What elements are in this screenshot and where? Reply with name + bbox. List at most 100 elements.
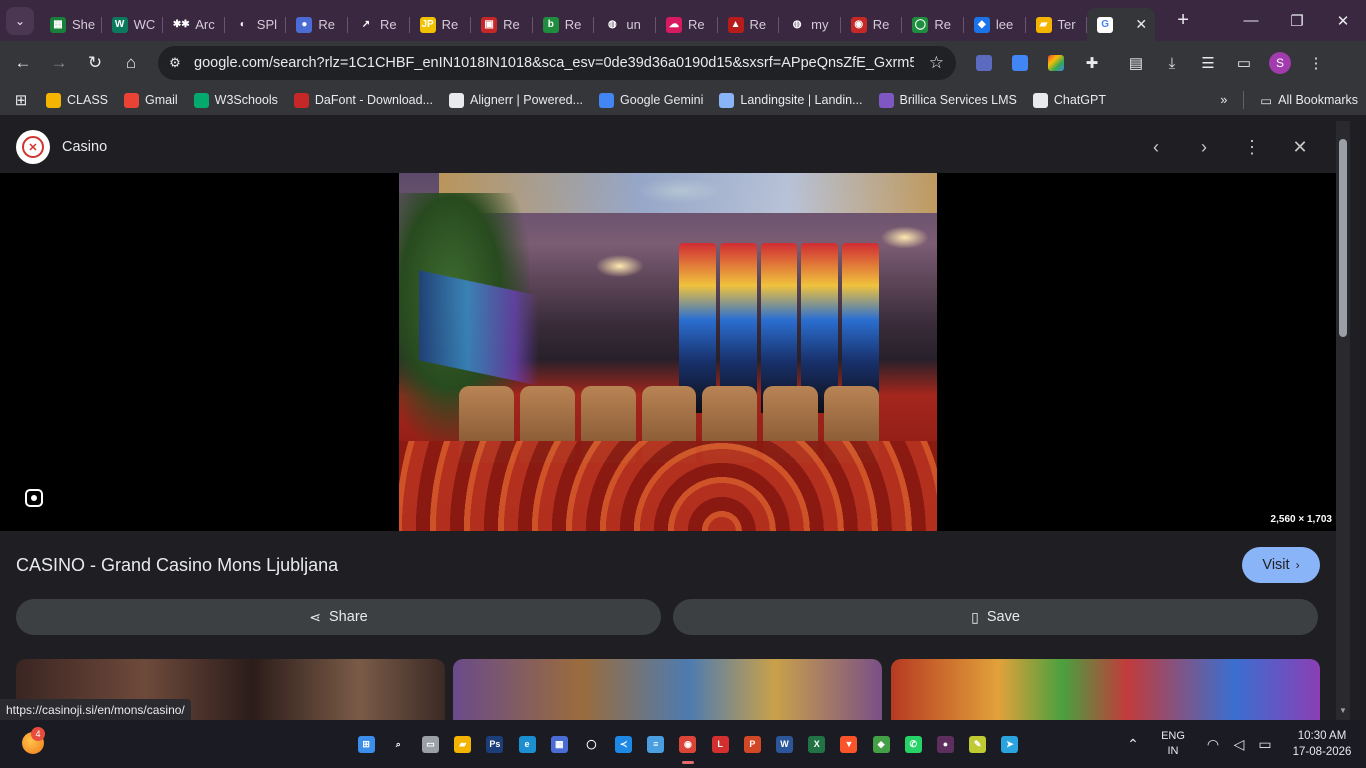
whatsapp-icon[interactable]: ✆ xyxy=(897,728,929,760)
bookmark-item[interactable]: W3Schools xyxy=(186,87,286,113)
powerpoint-icon[interactable]: P xyxy=(736,728,768,760)
show-hidden-icons-chevron-icon[interactable]: ⌃ xyxy=(1120,736,1146,753)
brave-icon[interactable]: ▼ xyxy=(833,728,865,760)
browser-tab[interactable]: ▣ Re xyxy=(471,8,533,41)
close-viewer-icon[interactable]: ✕ xyxy=(1286,133,1314,161)
battery-icon[interactable]: ▭ xyxy=(1252,736,1278,753)
download-icon[interactable]: ⤓ xyxy=(1154,45,1190,81)
l-app-icon[interactable]: L xyxy=(704,728,736,760)
browser-tab[interactable]: ◐ SPl xyxy=(225,8,287,41)
next-chevron-icon[interactable]: › xyxy=(1190,133,1218,161)
browser-tab[interactable]: ☁ Re xyxy=(656,8,718,41)
browser-tab[interactable]: ◉ Re xyxy=(841,8,903,41)
bookmark-item[interactable]: Gmail xyxy=(116,87,186,113)
tab-search-chevron-icon[interactable]: ⌄ xyxy=(6,6,34,35)
browser-tab[interactable]: b Re xyxy=(533,8,595,41)
cortana-icon[interactable]: ◯ xyxy=(575,728,607,760)
bookmark-item[interactable]: Landingsite | Landin... xyxy=(711,87,870,113)
browser-tab[interactable]: ▲ Re xyxy=(718,8,780,41)
notepad-icon[interactable]: ≡ xyxy=(640,728,672,760)
more-bookmarks-chevron-icon[interactable]: » xyxy=(1212,87,1235,113)
address-url[interactable]: google.com/search?rlz=1C1CHBF_enIN1018IN… xyxy=(194,55,914,71)
forward-arrow-icon[interactable]: → xyxy=(41,45,77,81)
cast-icon[interactable]: ▭ xyxy=(1226,45,1262,81)
close-tab-icon[interactable]: ✕ xyxy=(1135,16,1147,33)
google-lens-icon[interactable] xyxy=(22,486,46,510)
word-icon[interactable]: W xyxy=(768,728,800,760)
browser-tab[interactable]: JP Re xyxy=(410,8,472,41)
visit-button[interactable]: Visit › xyxy=(1242,547,1320,583)
image-title[interactable]: CASINO - Grand Casino Mons Ljubljana xyxy=(16,555,338,576)
browser-tab[interactable]: W WC xyxy=(102,8,164,41)
browser-tab[interactable]: ◆ lee xyxy=(964,8,1026,41)
bookmark-item[interactable]: Brillica Services LMS xyxy=(871,87,1025,113)
edge-icon[interactable]: e xyxy=(511,728,543,760)
restore-icon[interactable]: ❐ xyxy=(1274,0,1320,41)
profile-avatar[interactable]: S xyxy=(1262,45,1298,81)
close-window-icon[interactable]: ✕ xyxy=(1320,0,1366,41)
volume-icon[interactable]: ◁ xyxy=(1226,736,1252,753)
reload-icon[interactable]: ↻ xyxy=(77,45,113,81)
more-options-icon[interactable]: ⋮ xyxy=(1238,133,1266,161)
related-image-thumbnail[interactable] xyxy=(891,659,1320,720)
scroll-thumb[interactable] xyxy=(1339,139,1347,337)
excel-icon[interactable]: X xyxy=(801,728,833,760)
browser-tab[interactable]: ↗ Re xyxy=(348,8,410,41)
bookmark-item[interactable]: DaFont - Download... xyxy=(286,87,441,113)
store-icon[interactable]: ▦ xyxy=(543,728,575,760)
save-button[interactable]: ▯ Save xyxy=(673,599,1318,635)
d-extension-icon[interactable] xyxy=(966,45,1002,81)
reading-mode-icon[interactable]: ▤ xyxy=(1118,45,1154,81)
browser-tab[interactable]: ▦ She xyxy=(40,8,102,41)
vscode-icon[interactable]: ≺ xyxy=(608,728,640,760)
scroll-down-arrow-icon[interactable]: ▼ xyxy=(1338,706,1348,716)
search-icon[interactable]: ⌕ xyxy=(382,728,414,760)
previous-chevron-icon[interactable]: ‹ xyxy=(1142,133,1170,161)
browser-tab[interactable]: ▰ Ter xyxy=(1026,8,1088,41)
browser-tab[interactable]: ✱✱ Arc xyxy=(163,8,225,41)
all-bookmarks-folder[interactable]: ▭ All Bookmarks xyxy=(1252,87,1366,113)
browser-tab[interactable]: ● Re xyxy=(286,8,348,41)
telegram-icon[interactable]: ➤ xyxy=(994,728,1026,760)
related-image-thumbnail[interactable] xyxy=(453,659,882,720)
browser-tab[interactable]: ◍ my xyxy=(779,8,841,41)
language-indicator[interactable]: ENG IN xyxy=(1146,729,1200,759)
casino-photo[interactable] xyxy=(399,173,937,531)
color-extension-icon[interactable] xyxy=(1038,45,1074,81)
wifi-icon[interactable]: ◠ xyxy=(1200,736,1226,753)
bookmark-item[interactable]: Google Gemini xyxy=(591,87,711,113)
browser-tab[interactable]: ◍ un xyxy=(594,8,656,41)
photoshop-icon[interactable]: Ps xyxy=(479,728,511,760)
bookmark-item[interactable]: Alignerr | Powered... xyxy=(441,87,591,113)
browser-tab[interactable]: ◯ Re xyxy=(902,8,964,41)
bookmark-star-icon[interactable]: ☆ xyxy=(929,53,944,73)
green-app-icon[interactable]: ◆ xyxy=(865,728,897,760)
active-browser-tab[interactable]: G ✕ xyxy=(1087,8,1156,41)
extensions-puzzle-icon[interactable]: ✚ xyxy=(1074,45,1110,81)
minimize-icon[interactable]: — xyxy=(1228,0,1274,41)
notes-icon[interactable]: ✎ xyxy=(962,728,994,760)
back-arrow-icon[interactable]: ← xyxy=(5,45,41,81)
site-logo[interactable]: ✕ xyxy=(16,130,50,164)
reading-list-icon[interactable]: ☰ xyxy=(1190,45,1226,81)
windows-start-icon[interactable]: ⊞ xyxy=(350,728,382,760)
bookmark-label: Alignerr | Powered... xyxy=(470,93,584,107)
clock[interactable]: 10:30 AM 17-08-2026 xyxy=(1278,728,1366,760)
task-view-icon[interactable]: ▭ xyxy=(414,728,446,760)
bookmark-item[interactable]: CLASS xyxy=(38,87,116,113)
share-button[interactable]: ⋖ Share xyxy=(16,599,661,635)
site-name[interactable]: Casino xyxy=(62,139,107,155)
address-bar[interactable]: ⚙ google.com/search?rlz=1C1CHBF_enIN1018… xyxy=(158,46,956,80)
bookmark-item[interactable]: ChatGPT xyxy=(1025,87,1114,113)
apps-grid-icon[interactable]: ⊞ xyxy=(4,87,38,113)
home-icon[interactable]: ⌂ xyxy=(113,45,149,81)
viewer-scrollbar[interactable]: ▲ ▼ xyxy=(1336,121,1350,720)
chrome-icon[interactable]: ◉ xyxy=(672,728,704,764)
recorder-icon[interactable]: ● xyxy=(929,728,961,760)
translate-extension-icon[interactable] xyxy=(1002,45,1038,81)
site-info-tune-icon[interactable]: ⚙ xyxy=(160,48,190,78)
file-explorer-icon[interactable]: ▰ xyxy=(447,728,479,760)
chrome-menu-icon[interactable]: ⋮ xyxy=(1298,45,1334,81)
new-tab-plus-icon[interactable]: + xyxy=(1169,7,1197,35)
w-icon: W xyxy=(111,16,128,33)
